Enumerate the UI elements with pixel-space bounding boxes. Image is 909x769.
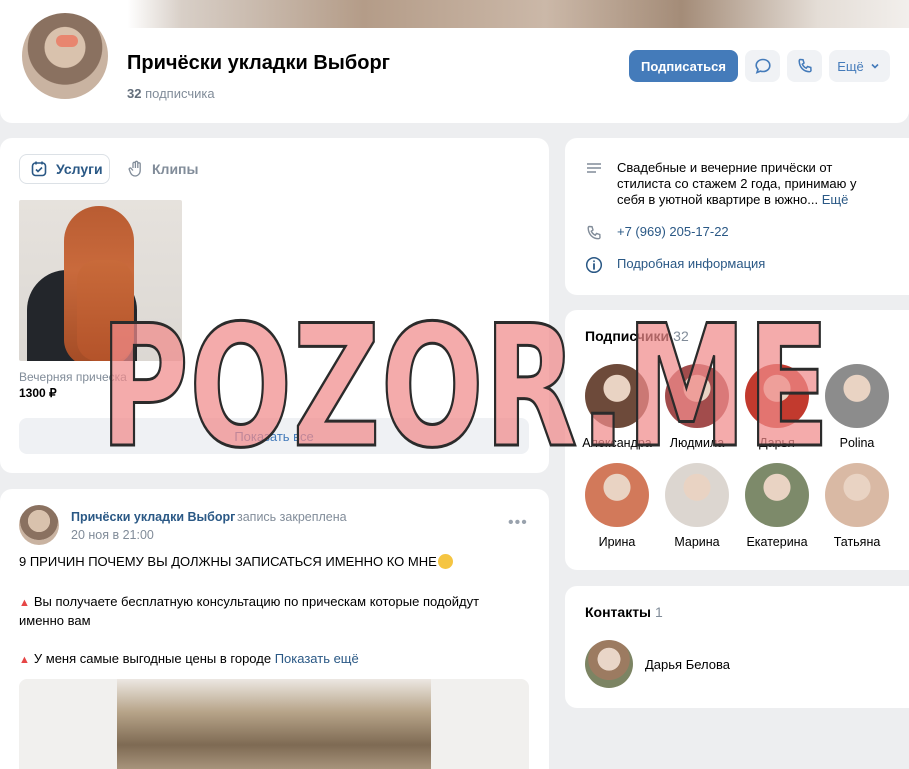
- subscriber-item[interactable]: Марина: [657, 463, 737, 549]
- subscriber-avatar: [745, 463, 809, 527]
- subscriber-avatar: [665, 463, 729, 527]
- subscriber-item[interactable]: Татьяна: [817, 463, 897, 549]
- subscriber-avatar: [825, 463, 889, 527]
- page-title: Причёски укладки Выборг: [127, 52, 391, 74]
- call-button[interactable]: [787, 50, 822, 82]
- message-button[interactable]: [745, 50, 780, 82]
- post-show-more-link[interactable]: Показать ещё: [275, 651, 359, 666]
- post-text-line: 9 ПРИЧИН ПОЧЕМУ ВЫ ДОЛЖНЫ ЗАПИСАТЬСЯ ИМЕ…: [19, 554, 453, 569]
- phone-icon: [797, 58, 812, 73]
- description-line: стилиста со стажем 2 года, принимаю у: [617, 176, 857, 191]
- post-line-1: 9 ПРИЧИН ПОЧЕМУ ВЫ ДОЛЖНЫ ЗАПИСАТЬСЯ ИМЕ…: [19, 554, 437, 569]
- info-icon: [585, 256, 603, 274]
- subscribe-button[interactable]: Подписаться: [629, 50, 738, 82]
- details-link[interactable]: Подробная информация: [617, 256, 765, 274]
- more-button[interactable]: Ещё: [829, 50, 890, 82]
- description-more-link[interactable]: Ещё: [822, 192, 849, 207]
- subscriber-item[interactable]: Ирина: [577, 463, 657, 549]
- more-button-label: Ещё: [837, 58, 864, 74]
- chevron-down-icon: [871, 63, 879, 69]
- description-line: себя в уютной квартире в южно... Ещё: [617, 192, 849, 207]
- description-icon: [587, 163, 601, 173]
- contacts-title[interactable]: Контакты 1: [585, 604, 663, 620]
- tab-services[interactable]: Услуги: [19, 154, 110, 184]
- subscribers-count: 32: [127, 86, 142, 101]
- pinned-post: Причёски укладки Выборг запись закреплен…: [0, 489, 549, 769]
- tab-services-label: Услуги: [56, 161, 103, 177]
- message-icon: [754, 58, 771, 74]
- post-line-2a: Вы получаете бесплатную консультацию по …: [33, 594, 480, 609]
- red-triangle-icon: ▲: [19, 654, 30, 666]
- watermark: POZOR.ME: [99, 295, 832, 470]
- subscriber-avatar: [585, 463, 649, 527]
- watermark-text: POZOR.ME: [100, 295, 830, 470]
- cover-image: [0, 0, 909, 28]
- contacts-block: Контакты 1 Дарья Белова: [565, 586, 909, 708]
- contacts-count: 1: [655, 604, 663, 620]
- post-line-2b: именно вам: [19, 613, 91, 628]
- group-avatar[interactable]: [19, 10, 111, 102]
- subscribers-summary[interactable]: 32 подписчика: [127, 86, 215, 101]
- contact-avatar[interactable]: [585, 640, 633, 688]
- flushed-face-emoji-icon: [437, 554, 453, 569]
- subscriber-item[interactable]: Екатерина: [737, 463, 817, 549]
- details-row[interactable]: Подробная информация: [585, 256, 765, 274]
- description-line: Свадебные и вечерние причёски от: [617, 160, 833, 175]
- phone-icon: [587, 225, 601, 240]
- calendar-check-icon: [31, 161, 47, 177]
- post-date[interactable]: 20 ноя в 21:00: [71, 528, 154, 542]
- post-text-line: ▲ У меня самые выгодные цены в городе Пок…: [19, 651, 359, 666]
- service-price: 1300 ₽: [19, 386, 57, 400]
- post-author[interactable]: Причёски укладки Выборг: [71, 510, 235, 524]
- phone-row[interactable]: +7 (969) 205-17-22: [585, 224, 729, 242]
- tab-clips[interactable]: Клипы: [128, 154, 198, 184]
- phone-number[interactable]: +7 (969) 205-17-22: [617, 224, 729, 242]
- clips-icon: [128, 160, 141, 177]
- contact-name[interactable]: Дарья Белова: [645, 657, 730, 672]
- subscribers-label: подписчика: [145, 86, 215, 101]
- post-line-3: У меня самые выгодные цены в городе: [33, 651, 272, 666]
- post-image[interactable]: [19, 679, 529, 769]
- post-pinned-label: запись закреплена: [237, 510, 347, 524]
- post-menu-button[interactable]: •••: [508, 514, 528, 532]
- group-description: Свадебные и вечерние причёски от стилист…: [585, 160, 895, 208]
- group-info: Свадебные и вечерние причёски от стилист…: [565, 138, 909, 295]
- red-triangle-icon: ▲: [19, 597, 30, 609]
- post-author-avatar[interactable]: [19, 505, 59, 545]
- tab-clips-label: Клипы: [152, 161, 199, 177]
- post-text-line: ▲ Вы получаете бесплатную консультацию по…: [19, 594, 479, 609]
